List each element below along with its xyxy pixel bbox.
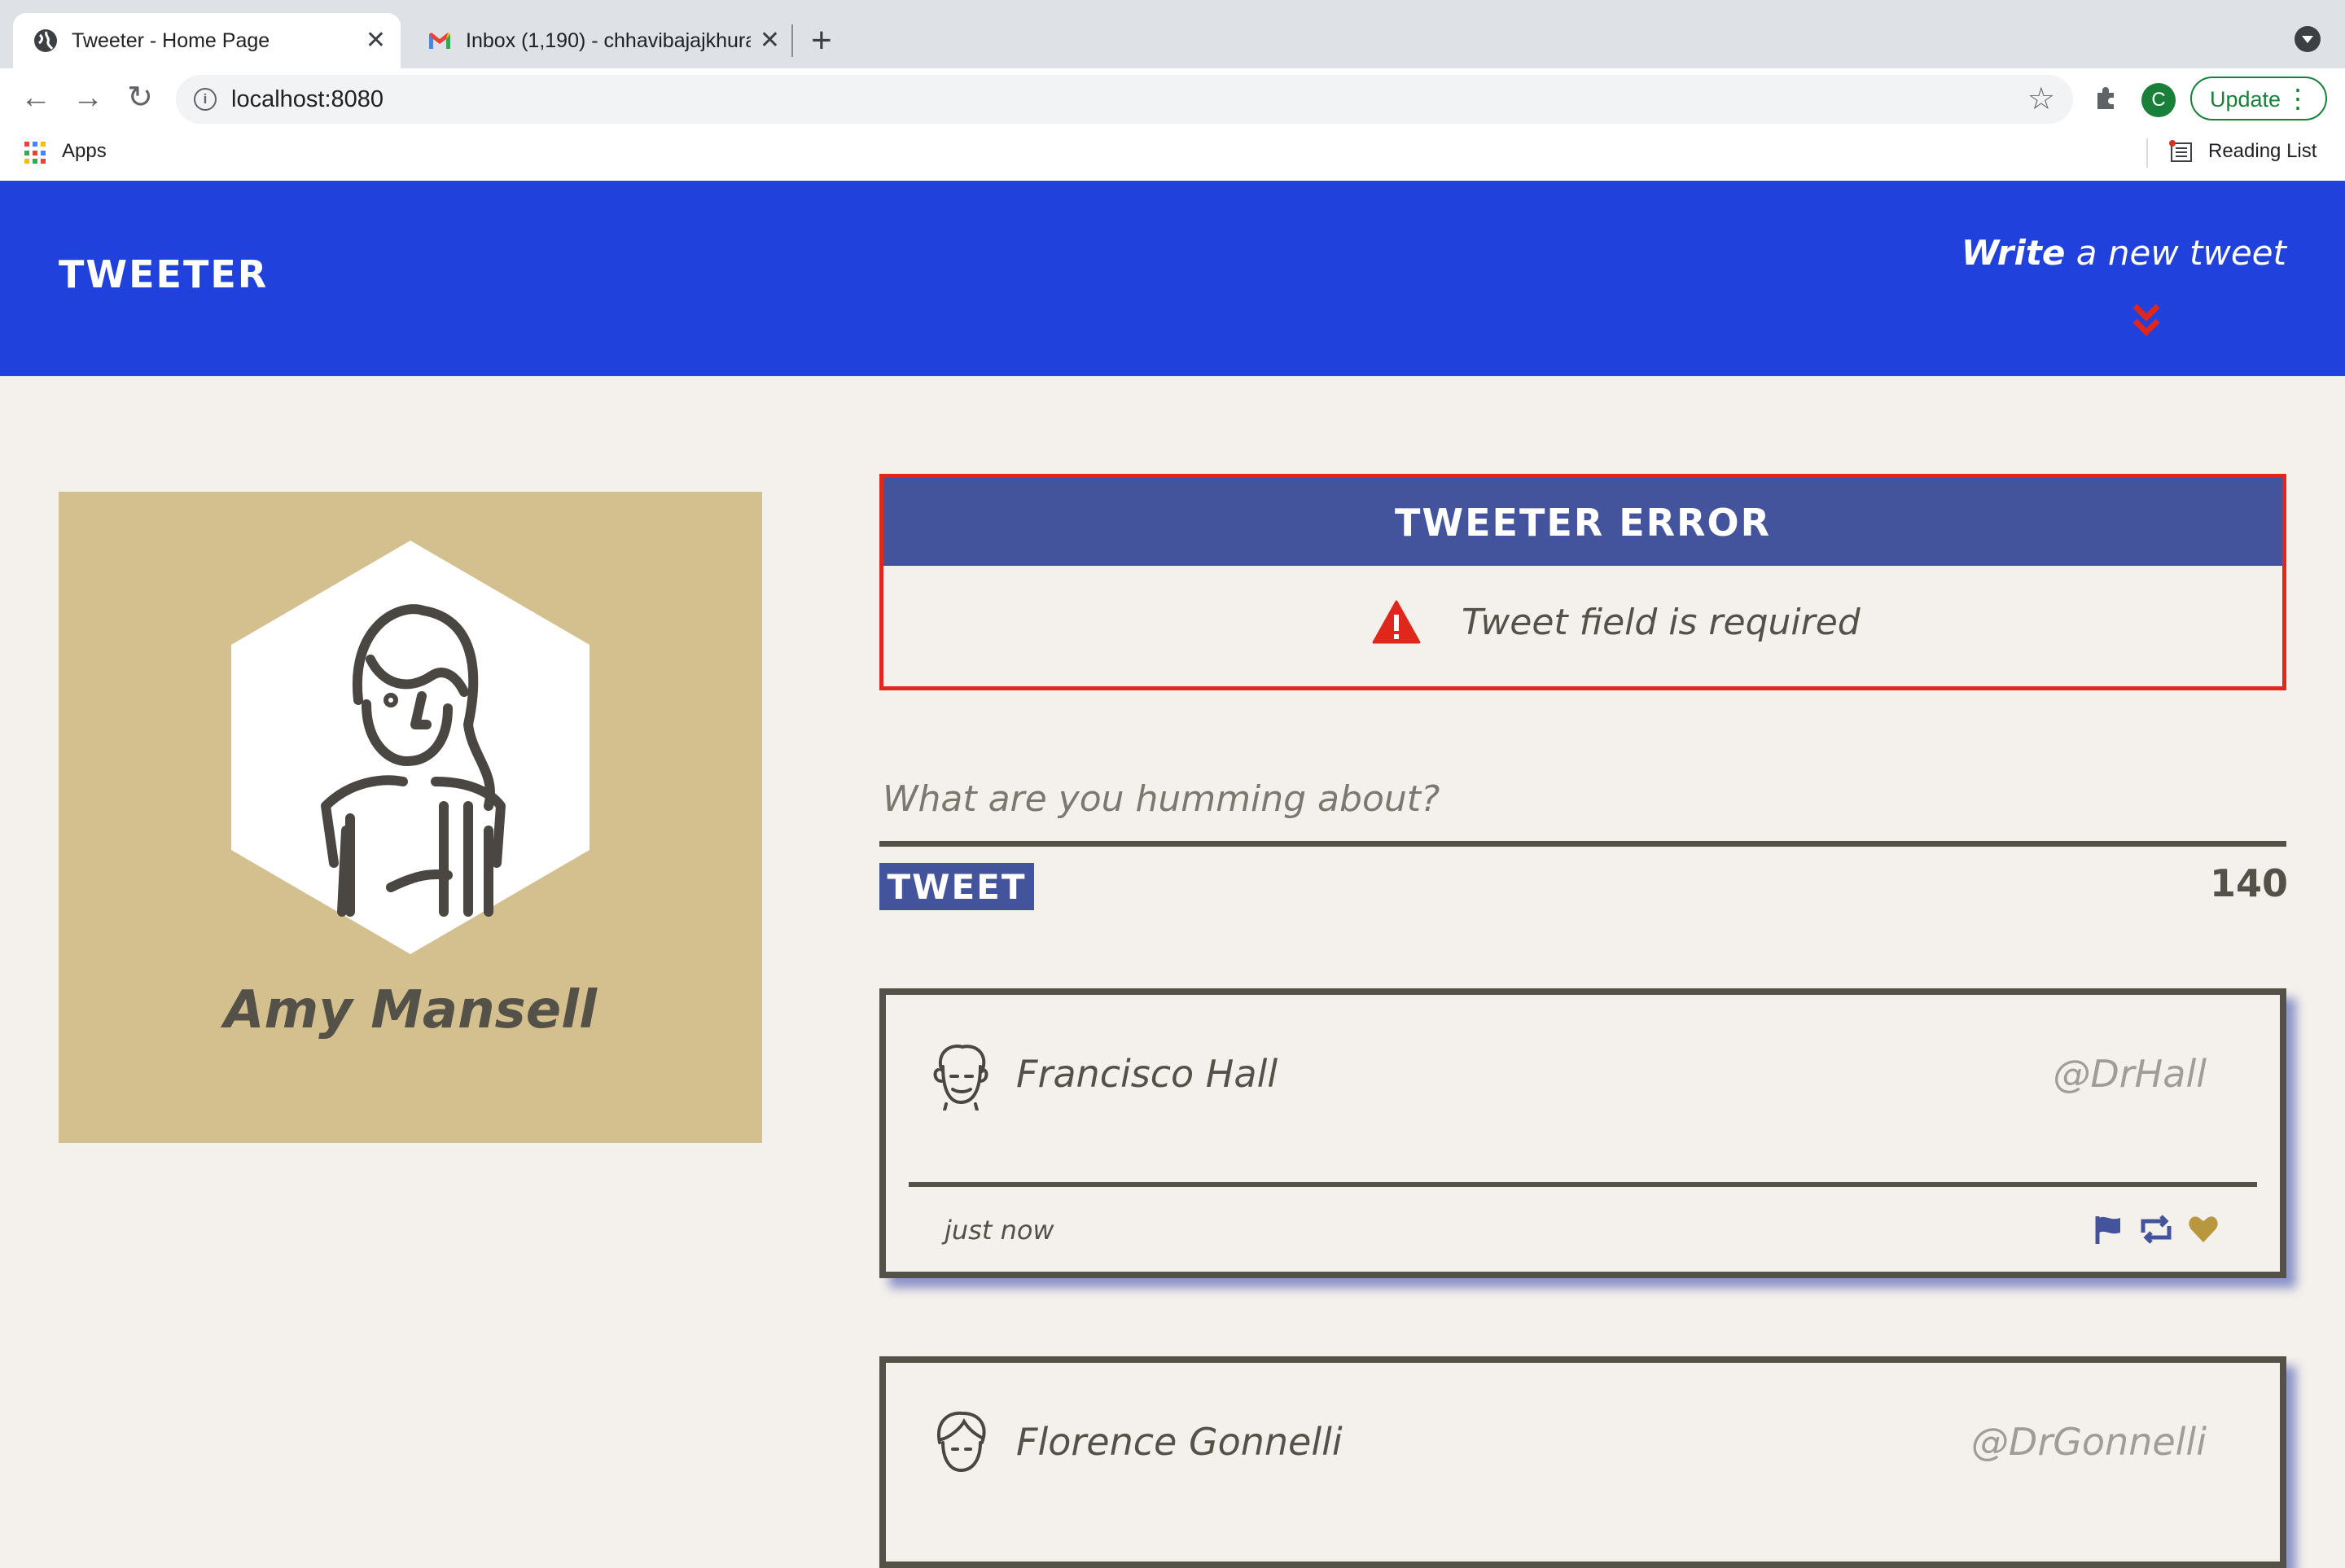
tab-divider <box>791 24 793 57</box>
error-message: Tweet field is required <box>1462 602 1861 643</box>
site-brand[interactable]: TWEETER <box>59 252 268 296</box>
tab-tweeter-home[interactable]: Tweeter - Home Page ✕ <box>13 13 401 68</box>
apps-grid-icon[interactable] <box>24 142 47 164</box>
tweet-author-handle: @DrGonnelli <box>1970 1420 2207 1464</box>
bookmarks-bar: Apps Reading List <box>0 127 2345 182</box>
flag-icon[interactable] <box>2093 1213 2125 1246</box>
tweet-author-name: Francisco Hall <box>1016 1052 1278 1096</box>
extensions-icon[interactable] <box>2093 83 2120 111</box>
tweet-textarea[interactable] <box>879 757 2286 847</box>
profile-avatar[interactable]: C <box>2141 83 2176 117</box>
forward-icon[interactable]: → <box>72 81 104 114</box>
gmail-icon <box>429 33 450 49</box>
compose-bold-text: Write <box>1961 233 2066 273</box>
back-icon[interactable]: ← <box>20 81 52 114</box>
browser-toolbar: ← → ↻ i localhost:8080 ☆ C Update ⋮ <box>0 68 2345 127</box>
url-text: localhost:8080 <box>231 86 384 112</box>
profile-name: Amy Mansell <box>223 980 598 1040</box>
tweet-author-name: Florence Gonnelli <box>1016 1420 1343 1464</box>
double-chevron-down-icon[interactable] <box>2132 303 2161 339</box>
error-title: TWEETER ERROR <box>1395 501 1771 545</box>
site-navbar: TWEETER Write a new tweet <box>0 181 2345 376</box>
tab-search-icon[interactable] <box>2295 26 2321 52</box>
reload-icon[interactable]: ↻ <box>124 81 156 114</box>
update-label: Update <box>2210 87 2281 112</box>
tab-title: Inbox (1,190) - chhavibajajkhurana@gmail… <box>466 29 751 52</box>
tweet-card: Florence Gonnelli @DrGonnelli <box>879 1356 2286 1568</box>
tweet-divider <box>909 1182 2257 1187</box>
heart-icon[interactable] <box>2187 1213 2220 1246</box>
warning-icon <box>1372 600 1421 644</box>
tweet-actions <box>2093 1213 2223 1249</box>
error-header: TWEETER ERROR <box>883 478 2282 566</box>
retweet-icon[interactable] <box>2138 1213 2174 1246</box>
tweet-avatar-icon <box>933 1045 988 1110</box>
error-panel: TWEETER ERROR Tweet field is required <box>879 474 2286 690</box>
close-tab-icon[interactable]: ✕ <box>366 26 386 55</box>
tweet-card: Francisco Hall @DrHall just now <box>879 988 2286 1278</box>
new-tab-icon[interactable]: + <box>811 18 832 64</box>
reading-list-label[interactable]: Reading List <box>2208 140 2317 163</box>
apps-bookmark[interactable]: Apps <box>62 140 107 163</box>
globe-icon <box>34 29 57 52</box>
tab-gmail-inbox[interactable]: Inbox (1,190) - chhavibajajkhurana@gmail… <box>407 13 795 68</box>
tweet-avatar-icon <box>936 1411 986 1473</box>
character-counter: 140 <box>2209 861 2288 905</box>
site-info-icon[interactable]: i <box>194 88 217 111</box>
profile-card: Amy Mansell <box>59 492 762 1143</box>
tweet-author-handle: @DrHall <box>2053 1052 2207 1096</box>
tweet-timestamp: just now <box>945 1215 1054 1246</box>
compose-text: a new tweet <box>2065 233 2286 273</box>
user-avatar-icon <box>231 541 590 954</box>
write-tweet-link[interactable]: Write a new tweet <box>1961 233 2286 273</box>
close-tab-icon[interactable]: ✕ <box>760 26 780 55</box>
update-button[interactable]: Update ⋮ <box>2190 77 2327 120</box>
tab-title: Tweeter - Home Page <box>72 29 270 52</box>
bookmarks-divider <box>2146 138 2148 168</box>
tweet-submit-button[interactable]: TWEET <box>879 863 1034 910</box>
browser-tab-strip: Tweeter - Home Page ✕ Inbox (1,190) - ch… <box>0 0 2345 68</box>
more-menu-icon[interactable]: ⋮ <box>2285 83 2311 114</box>
reading-list-icon[interactable] <box>2169 140 2194 164</box>
bookmark-star-icon[interactable]: ☆ <box>2027 81 2055 117</box>
error-body: Tweet field is required <box>883 566 2282 686</box>
address-bar[interactable]: i localhost:8080 ☆ <box>176 75 2073 124</box>
